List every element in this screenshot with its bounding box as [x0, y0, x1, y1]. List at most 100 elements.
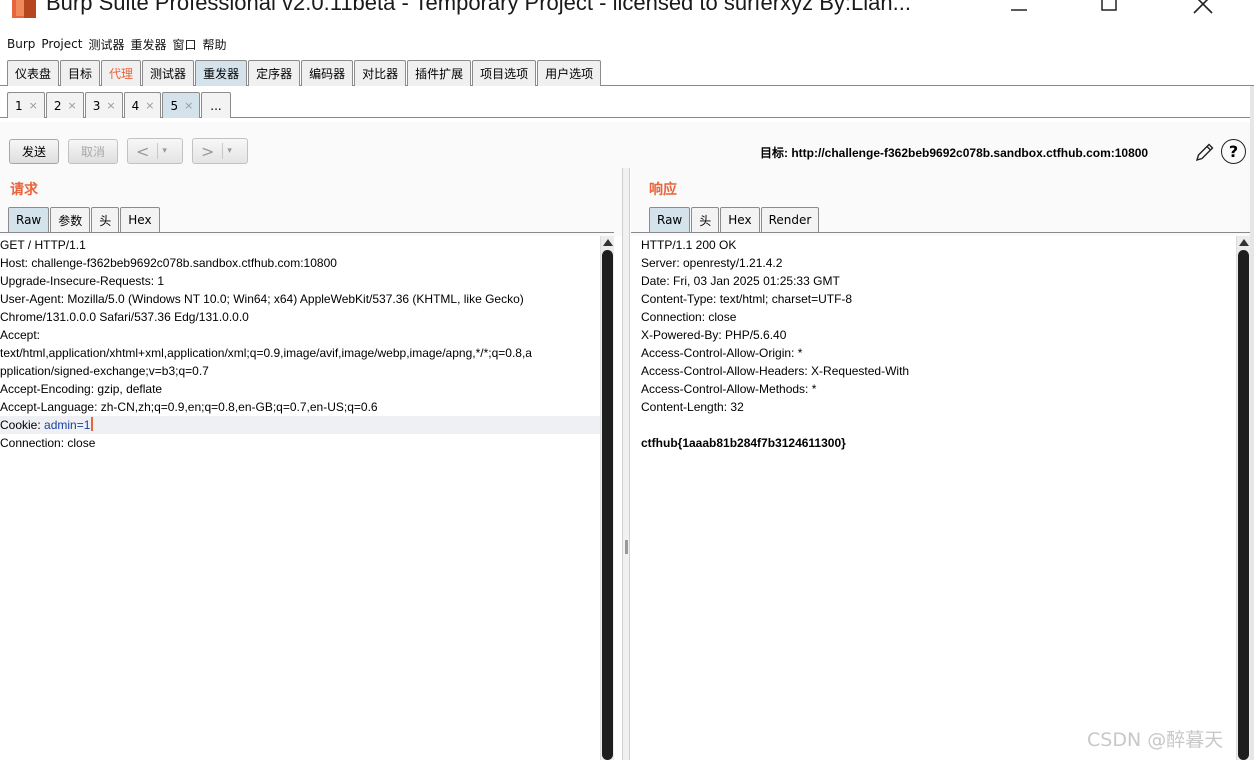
request-line: Connection: close: [0, 436, 96, 450]
response-blank-line: [641, 416, 1236, 434]
request-line: Host: challenge-f362beb9692c078b.sandbox…: [0, 256, 337, 270]
tab-extender[interactable]: 插件扩展: [407, 60, 472, 86]
response-line: Server: openresty/1.21.4.2: [641, 256, 783, 270]
help-icon[interactable]: ?: [1221, 139, 1246, 164]
back-button[interactable]: < ▾: [127, 138, 183, 164]
main-tab-bar: 仪表盘 目标 代理 测试器 重发器 定序器 编码器 对比器 插件扩展 项目选项 …: [0, 57, 1254, 86]
response-line: Access-Control-Allow-Methods: *: [641, 382, 817, 396]
maximize-icon[interactable]: [1086, 0, 1132, 20]
tab-project-options[interactable]: 项目选项: [472, 60, 537, 86]
menu-intruder[interactable]: 测试器: [88, 36, 124, 53]
menu-repeater[interactable]: 重发器: [130, 36, 166, 53]
repeater-tab-1[interactable]: 1 ×: [7, 92, 45, 118]
scrollbar-thumb[interactable]: [1238, 250, 1249, 760]
close-tab-icon[interactable]: ×: [145, 99, 154, 112]
repeater-tab-3[interactable]: 3 ×: [84, 92, 123, 118]
forward-button[interactable]: > ▾: [192, 138, 248, 164]
window-title: Burp Suite Professional v2.0.11beta - Te…: [46, 0, 911, 15]
request-line: pplication/signed-exchange;v=b3;q=0.7: [0, 364, 209, 378]
menu-help[interactable]: 帮助: [203, 36, 227, 53]
response-scrollbar[interactable]: [1236, 236, 1250, 760]
send-button[interactable]: 发送: [9, 139, 59, 164]
tab-intruder[interactable]: 测试器: [142, 60, 195, 86]
request-editor[interactable]: GET / HTTP/1.1 Host: challenge-f362beb96…: [0, 236, 600, 760]
chevron-down-icon[interactable]: ▾: [227, 146, 232, 156]
request-tab-underline: [0, 232, 614, 233]
scroll-up-icon[interactable]: [1239, 239, 1249, 246]
response-line: Content-Type: text/html; charset=UTF-8: [641, 292, 853, 306]
tab-proxy[interactable]: 代理: [101, 60, 142, 86]
repeater-tab-4[interactable]: 4 ×: [123, 92, 162, 118]
repeater-tab-label: 1: [15, 98, 23, 113]
request-line: Chrome/131.0.0.0 Safari/537.36 Edg/131.0…: [0, 310, 249, 324]
request-tab-hex[interactable]: Hex: [120, 207, 160, 232]
repeater-tab-label: 3: [92, 98, 101, 113]
minimize-icon[interactable]: [996, 0, 1042, 20]
burp-logo-icon: [12, 0, 36, 18]
menu-window[interactable]: 窗口: [172, 36, 196, 53]
response-line: Content-Length: 32: [641, 400, 744, 414]
cookie-name: admin: [44, 418, 77, 432]
scrollbar-thumb[interactable]: [602, 250, 613, 760]
tab-comparer[interactable]: 对比器: [354, 60, 407, 86]
tab-repeater[interactable]: 重发器: [195, 60, 248, 86]
repeater-tab-5[interactable]: 5 ×: [162, 92, 201, 118]
request-tab-raw[interactable]: Raw: [8, 207, 50, 232]
request-line: GET / HTTP/1.1: [0, 238, 86, 252]
target-label: 目标: http://challenge-f362beb9692c078b.sa…: [760, 146, 1149, 160]
menu-bar: Burp Project 测试器 重发器 窗口 帮助: [0, 33, 1254, 55]
csdn-watermark: CSDN @醉暮天: [1087, 729, 1224, 751]
menu-project[interactable]: Project: [41, 37, 82, 51]
response-tab-render[interactable]: Render: [760, 207, 820, 232]
text-caret: [91, 417, 94, 431]
response-tab-raw[interactable]: Raw: [649, 207, 691, 232]
pencil-icon[interactable]: [1193, 140, 1217, 164]
request-tab-params[interactable]: 参数: [50, 207, 91, 232]
tab-decoder[interactable]: 编码器: [301, 60, 354, 86]
repeater-tab-label: 4: [131, 98, 140, 113]
close-tab-icon[interactable]: ×: [29, 99, 38, 112]
request-scrollbar[interactable]: [600, 236, 614, 760]
window-right-edge: [1250, 86, 1254, 760]
close-tab-icon[interactable]: ×: [106, 99, 115, 112]
response-view-tabs: Raw 头 Hex Render: [649, 207, 820, 232]
response-tab-underline: [631, 232, 1250, 233]
divider-grip-icon[interactable]: [625, 540, 628, 554]
chevron-down-icon[interactable]: ▾: [162, 146, 167, 156]
cancel-button[interactable]: 取消: [68, 139, 118, 164]
close-tab-icon[interactable]: ×: [68, 99, 77, 112]
response-line: HTTP/1.1 200 OK: [641, 238, 737, 252]
close-icon[interactable]: [1180, 0, 1226, 20]
scroll-up-icon[interactable]: [603, 239, 613, 246]
request-line: Accept-Encoding: gzip, deflate: [0, 382, 163, 396]
back-arrow-icon: <: [136, 141, 150, 161]
request-title: 请求: [10, 182, 38, 198]
split-pane-divider[interactable]: [622, 168, 630, 760]
tab-target[interactable]: 目标: [60, 60, 101, 86]
request-tab-headers[interactable]: 头: [91, 207, 120, 232]
forward-arrow-icon: >: [201, 141, 215, 161]
tab-user-options[interactable]: 用户选项: [537, 60, 602, 86]
response-tab-headers[interactable]: 头: [691, 207, 720, 232]
tab-sequencer[interactable]: 定序器: [248, 60, 301, 86]
repeater-toolbar: 发送 取消 < ▾ > ▾ 目标: http://challenge-f362beb…: [0, 122, 1250, 168]
new-tab-button[interactable]: ...: [201, 92, 231, 118]
title-bar: Burp Suite Professional v2.0.11beta - Te…: [0, 0, 1254, 32]
tab-dashboard[interactable]: 仪表盘: [7, 60, 60, 86]
request-line-cookie: Cookie: admin=1: [0, 416, 600, 434]
response-title: 响应: [649, 182, 677, 198]
repeater-tab-bar: 1 × 2 × 3 × 4 × 5 × ...: [0, 90, 1254, 118]
request-line: Accept:: [0, 328, 41, 342]
menu-burp[interactable]: Burp: [7, 37, 35, 51]
repeater-tab-2[interactable]: 2 ×: [45, 92, 84, 118]
response-line: Access-Control-Allow-Origin: *: [641, 346, 803, 360]
response-editor[interactable]: HTTP/1.1 200 OK Server: openresty/1.21.4…: [631, 236, 1236, 760]
close-tab-icon[interactable]: ×: [184, 99, 193, 112]
response-line: Date: Fri, 03 Jan 2025 01:25:33 GMT: [641, 274, 840, 288]
response-line: X-Powered-By: PHP/5.6.40: [641, 328, 787, 342]
cookie-header-name: Cookie:: [0, 418, 45, 432]
request-line: Accept-Language: zh-CN,zh;q=0.9,en;q=0.8…: [0, 400, 378, 414]
response-line: Access-Control-Allow-Headers: X-Requeste…: [641, 364, 910, 378]
response-tab-hex[interactable]: Hex: [720, 207, 760, 232]
response-line: Connection: close: [641, 310, 737, 324]
